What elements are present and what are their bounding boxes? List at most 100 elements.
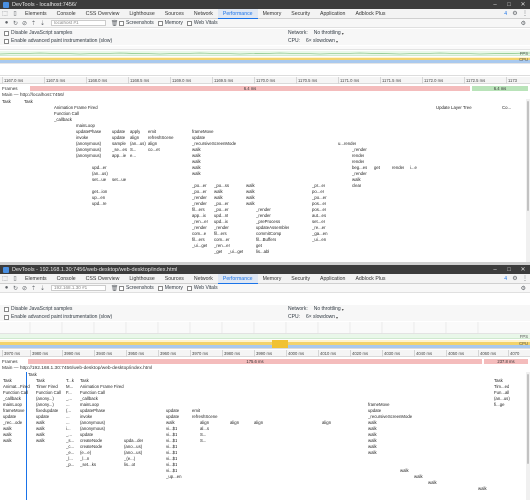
flame-entry[interactable]: _ui...get bbox=[192, 243, 207, 249]
maximize-icon[interactable]: □ bbox=[502, 267, 516, 273]
tab-console[interactable]: Console bbox=[52, 274, 81, 284]
cpu-throttle-select[interactable]: 6× slowdown bbox=[306, 314, 335, 320]
tab-elements[interactable]: Elements bbox=[20, 274, 52, 284]
tab-sources[interactable]: Sources bbox=[160, 274, 189, 284]
flame-entry[interactable]: S... bbox=[200, 438, 206, 444]
capture-settings-icon[interactable]: ⚙ bbox=[521, 285, 526, 292]
disable-js-samples-checkbox[interactable]: Disable JavaScript samples bbox=[4, 30, 72, 36]
screenshots-checkbox[interactable]: Screenshots bbox=[119, 285, 154, 291]
flame-entry[interactable]: render bbox=[392, 165, 404, 171]
tab-performance[interactable]: Performance bbox=[217, 273, 258, 284]
flame-entry[interactable]: Update Layer Tree bbox=[436, 105, 472, 111]
flame-entry[interactable]: _up...en bbox=[166, 474, 182, 480]
recording-select[interactable]: 192.168.1.30 #1 bbox=[51, 285, 106, 291]
tab-application[interactable]: Application bbox=[315, 274, 350, 284]
frames-track[interactable]: Frames 6.4 ms 6.4 ms bbox=[0, 85, 530, 92]
minimize-icon[interactable]: – bbox=[488, 2, 502, 8]
settings-gear-icon[interactable]: ⚙ bbox=[510, 10, 520, 17]
network-throttle-select[interactable]: No throttling bbox=[314, 30, 341, 36]
cpu-throttle-select[interactable]: 6× slowdown bbox=[306, 38, 335, 44]
flame-entry[interactable]: Co... bbox=[502, 105, 511, 111]
tab-performance[interactable]: Performance bbox=[217, 8, 258, 19]
flame-entry[interactable]: walk bbox=[192, 171, 201, 177]
flame-entry[interactable]: walk bbox=[246, 201, 255, 207]
frame-bar[interactable]: 175.6 ms bbox=[28, 359, 482, 364]
timeline-overview[interactable]: FPS CPU bbox=[0, 322, 530, 349]
tab-security[interactable]: Security bbox=[286, 274, 315, 284]
tab-css-overview[interactable]: CSS Overview bbox=[81, 9, 125, 19]
flame-entry[interactable]: clear bbox=[352, 183, 361, 189]
flame-scrollbar[interactable] bbox=[526, 99, 530, 262]
flame-entry[interactable]: set...ue bbox=[92, 177, 106, 183]
timeline-overview[interactable]: FPS CPU bbox=[0, 46, 530, 76]
close-icon[interactable]: ✕ bbox=[516, 1, 530, 8]
memory-checkbox[interactable]: Memory bbox=[157, 20, 183, 26]
flame-entry[interactable]: _p... bbox=[66, 462, 74, 468]
flame-entry[interactable]: walk bbox=[3, 438, 12, 444]
advanced-paint-checkbox[interactable]: Enable advanced paint instrumentation (s… bbox=[4, 38, 112, 44]
clear-icon[interactable]: ⊘ bbox=[20, 20, 29, 27]
flame-chart[interactable]: Task Update Layer Tree Co... Task Animat… bbox=[0, 99, 530, 262]
tab-memory[interactable]: Memory bbox=[258, 9, 287, 19]
delete-icon[interactable]: 🗑 bbox=[110, 285, 119, 292]
download-icon[interactable]: ⇣ bbox=[38, 20, 47, 27]
flame-entry[interactable]: walk bbox=[428, 480, 437, 486]
tab-sources[interactable]: Sources bbox=[160, 9, 189, 19]
flame-entry[interactable]: set...ue bbox=[112, 177, 126, 183]
tab-network[interactable]: Network bbox=[189, 9, 218, 19]
settings-gear-icon[interactable]: ⚙ bbox=[510, 275, 520, 282]
scrollbar-thumb[interactable] bbox=[527, 374, 529, 464]
tab-security[interactable]: Security bbox=[286, 9, 315, 19]
memory-checkbox[interactable]: Memory bbox=[157, 285, 183, 291]
capture-settings-icon[interactable]: ⚙ bbox=[521, 20, 526, 27]
inspect-element-icon[interactable]: ⬚ bbox=[0, 275, 10, 282]
screenshots-checkbox[interactable]: Screenshots bbox=[119, 20, 154, 26]
flame-entry[interactable]: _get bbox=[214, 249, 222, 255]
upload-icon[interactable]: ⇡ bbox=[29, 285, 38, 292]
frame-bar[interactable]: 6.4 ms bbox=[30, 86, 470, 91]
flame-entry[interactable]: fi...ge bbox=[494, 402, 505, 408]
recording-select[interactable]: localhost #1 bbox=[51, 20, 106, 26]
flame-entry[interactable]: align bbox=[254, 420, 263, 426]
flame-entry[interactable]: co...et bbox=[148, 147, 160, 153]
frames-track[interactable]: Frames 175.6 ms 237.8 ms bbox=[0, 358, 530, 365]
device-toolbar-icon[interactable]: ▯ bbox=[10, 275, 20, 282]
tab-lighthouse[interactable]: Lighthouse bbox=[124, 274, 159, 284]
delete-icon[interactable]: 🗑 bbox=[110, 20, 119, 27]
flame-entry[interactable]: _ui...en bbox=[312, 237, 326, 243]
flame-entry[interactable]: upd...re bbox=[92, 201, 107, 207]
reload-record-icon[interactable]: ↻ bbox=[11, 20, 20, 27]
flame-entry[interactable]: walk bbox=[414, 474, 423, 480]
close-icon[interactable]: ✕ bbox=[516, 266, 530, 273]
web-vitals-checkbox[interactable]: Web Vitals bbox=[186, 285, 218, 291]
flame-entry[interactable]: Task bbox=[24, 99, 33, 105]
flame-entry[interactable]: Task bbox=[2, 99, 11, 105]
minimize-icon[interactable]: – bbox=[488, 267, 502, 273]
tab-application[interactable]: Application bbox=[315, 9, 350, 19]
advanced-paint-checkbox[interactable]: Enable advanced paint instrumentation (s… bbox=[4, 314, 112, 320]
tab-network[interactable]: Network bbox=[189, 274, 218, 284]
tab-console[interactable]: Console bbox=[52, 9, 81, 19]
flame-entry[interactable]: walk bbox=[368, 450, 377, 456]
flame-entry[interactable]: (anonymous) bbox=[76, 153, 101, 159]
frame-bar[interactable]: 6.4 ms bbox=[472, 86, 528, 91]
flame-chart[interactable]: Task Task Animat...Fired Function Call _… bbox=[0, 372, 530, 500]
flame-entry[interactable]: i...e bbox=[410, 165, 417, 171]
flame-entry[interactable]: walk bbox=[400, 468, 409, 474]
flame-entry[interactable]: _ui...get bbox=[228, 249, 243, 255]
flame-entry[interactable]: app...ie bbox=[112, 153, 126, 159]
more-menu-icon[interactable]: ⋮ bbox=[520, 10, 530, 17]
flame-entry[interactable]: align bbox=[322, 420, 331, 426]
more-menu-icon[interactable]: ⋮ bbox=[520, 275, 530, 282]
tab-lighthouse[interactable]: Lighthouse bbox=[124, 9, 159, 19]
device-toolbar-icon[interactable]: ▯ bbox=[10, 10, 20, 17]
scrollbar-thumb[interactable] bbox=[527, 101, 529, 211]
web-vitals-checkbox[interactable]: Web Vitals bbox=[186, 20, 218, 26]
maximize-icon[interactable]: □ bbox=[502, 2, 516, 8]
network-throttle-select[interactable]: No throttling bbox=[314, 306, 341, 312]
record-icon[interactable]: ● bbox=[2, 20, 11, 26]
tab-css-overview[interactable]: CSS Overview bbox=[81, 274, 125, 284]
download-icon[interactable]: ⇣ bbox=[38, 285, 47, 292]
flame-scrollbar[interactable] bbox=[526, 372, 530, 500]
flame-entry[interactable]: get bbox=[374, 165, 380, 171]
